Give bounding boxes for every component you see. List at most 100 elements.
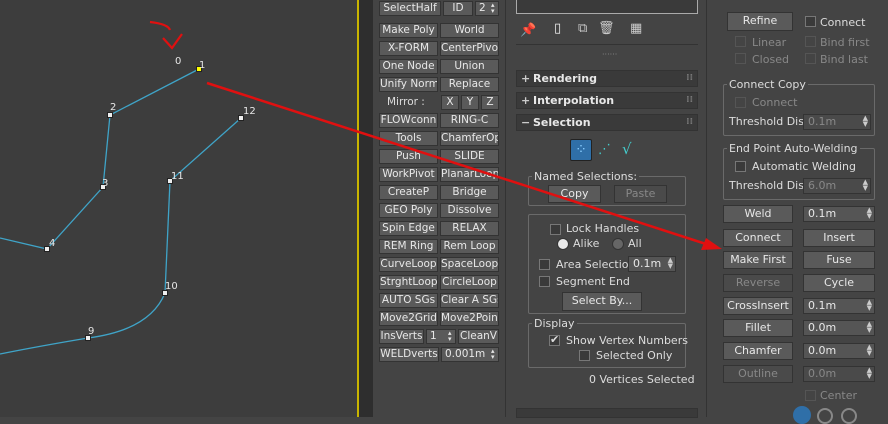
chamfer-button[interactable]: Chamfer (723, 342, 793, 360)
one-node-button[interactable]: One Node (379, 59, 438, 74)
automatic-welding-checkbox[interactable] (735, 161, 746, 172)
copy-button[interactable]: Copy (548, 185, 601, 203)
dissolve-button[interactable]: Dissolve (440, 203, 499, 218)
paste-button[interactable]: Paste (614, 185, 667, 203)
mirror-x-button[interactable]: X (441, 95, 459, 110)
id-button[interactable]: ID (443, 1, 473, 16)
selecthalf-button[interactable]: SelectHalf (379, 1, 441, 16)
make-poly-button[interactable]: Make Poly (379, 23, 438, 38)
world-button[interactable]: World (440, 23, 499, 38)
unify-norm-button[interactable]: Unify Norm (379, 77, 438, 92)
push-button[interactable]: Push (379, 149, 438, 164)
reverse-button[interactable]: Reverse (723, 274, 793, 292)
boolean-subtract-icon[interactable] (817, 408, 833, 424)
closed-checkbox[interactable] (735, 53, 746, 64)
insverts-spinner[interactable]: 1 (425, 329, 456, 344)
clear-a-sgs-button[interactable]: Clear A SGs (440, 293, 499, 308)
weldverts-button[interactable]: WELDverts (379, 347, 439, 362)
crossinsert-spinner[interactable]: 0.1m ▲ ▼ (803, 298, 875, 314)
remove-modifier-icon[interactable]: 🗑 (598, 21, 615, 36)
vertex-level-icon[interactable]: ⁘ (570, 139, 592, 161)
boolean-intersect-icon[interactable] (841, 408, 857, 424)
bind-last-checkbox[interactable] (805, 53, 816, 64)
refine-button[interactable]: Refine (727, 12, 793, 31)
id-spinner[interactable]: 2 (475, 1, 499, 16)
threshold-dist-spinner-2[interactable]: 6.0m ▲ ▼ (803, 178, 871, 194)
curveloop-button[interactable]: CurveLoop (379, 257, 438, 272)
rollout-interpolation[interactable]: + Interpolation ⁞⁞ (516, 92, 698, 109)
all-radio[interactable] (612, 238, 624, 250)
workpivot-button[interactable]: WorkPivot (379, 167, 438, 182)
rem-loop-button[interactable]: Rem Loop (440, 239, 499, 254)
select-by-button[interactable]: Select By... (562, 292, 642, 311)
boolean-union-icon[interactable] (793, 406, 811, 424)
mirror-y-button[interactable]: Y (461, 95, 479, 110)
selected-only-checkbox[interactable] (579, 350, 590, 361)
alike-radio[interactable] (557, 238, 569, 250)
slide-button[interactable]: SLIDE (440, 149, 499, 164)
createp-button[interactable]: CreateP (379, 185, 438, 200)
bridge-button[interactable]: Bridge (440, 185, 499, 200)
connect-button[interactable]: Connect (723, 229, 793, 247)
strghtloop-button[interactable]: StrghtLoop (379, 275, 438, 290)
selected-only-label: Selected Only (596, 349, 673, 362)
circleloop-button[interactable]: CircleLoop (440, 275, 499, 290)
rem-ring-button[interactable]: REM Ring (379, 239, 438, 254)
outline-button[interactable]: Outline (723, 365, 793, 383)
ring-c-button[interactable]: RING-C (440, 113, 499, 128)
configure-sets-icon[interactable]: ▦ (630, 21, 642, 36)
rollout-rendering[interactable]: + Rendering ⁞⁞ (516, 70, 698, 87)
crossinsert-button[interactable]: CrossInsert (723, 297, 793, 315)
lock-handles-checkbox[interactable] (550, 224, 561, 235)
name-field[interactable] (516, 0, 698, 14)
union-button[interactable]: Union (440, 59, 499, 74)
chamferop-button[interactable]: ChamferOp (440, 131, 499, 146)
connect-copy-checkbox[interactable] (735, 97, 746, 108)
make-unique-icon[interactable]: ⧉ (578, 21, 587, 36)
flowconn-button[interactable]: FLOWconn (379, 113, 438, 128)
connect-checkbox[interactable] (805, 16, 816, 27)
relax-button[interactable]: RELAX (440, 221, 499, 236)
planarloop-button[interactable]: PlanarLoop (440, 167, 499, 182)
cleanv-button[interactable]: CleanV (457, 329, 499, 344)
geo-poly-button[interactable]: GEO Poly (379, 203, 438, 218)
threshold-dist-spinner[interactable]: 0.1m ▲ ▼ (803, 114, 871, 130)
outline-spinner[interactable]: 0.0m ▲ ▼ (803, 366, 875, 382)
centerpivot-button[interactable]: CenterPivot (440, 41, 499, 56)
bind-first-checkbox[interactable] (805, 36, 816, 47)
segment-end-checkbox[interactable] (539, 276, 550, 287)
replace-button[interactable]: Replace (440, 77, 499, 92)
linear-checkbox[interactable] (735, 36, 746, 47)
area-selection-spinner[interactable]: 0.1m ▲ ▼ (628, 256, 676, 272)
fuse-button[interactable]: Fuse (803, 251, 875, 269)
make-first-button[interactable]: Make First (723, 251, 793, 269)
move2grid-button[interactable]: Move2Grid (379, 311, 438, 326)
weldverts-spinner[interactable]: 0.001m (441, 347, 499, 362)
geometry-panel: Refine Connect Linear Bind first Closed … (706, 0, 888, 424)
fillet-button[interactable]: Fillet (723, 319, 793, 337)
weld-spinner[interactable]: 0.1m ▲ ▼ (803, 206, 875, 222)
mirror-z-button[interactable]: Z (481, 95, 499, 110)
tools-button[interactable]: Tools (379, 131, 438, 146)
show-vertex-numbers-checkbox[interactable] (549, 333, 560, 346)
viewport[interactable]: 0 1 2 12 3 11 4 10 9 (0, 0, 357, 417)
insverts-button[interactable]: InsVerts (379, 329, 424, 344)
spaceloop-button[interactable]: SpaceLoop (440, 257, 499, 272)
segment-level-icon[interactable]: ⋰ (598, 142, 611, 157)
auto-sgs-button[interactable]: AUTO SGs (379, 293, 438, 308)
move2point-button[interactable]: Move2Point (440, 311, 499, 326)
show-end-result-icon[interactable]: ▯ (554, 21, 561, 36)
spline-level-icon[interactable]: √ (622, 140, 632, 158)
xform-button[interactable]: X-FORM (379, 41, 438, 56)
rollout-selection[interactable]: − Selection ⁞⁞ (516, 114, 698, 131)
pin-stack-icon[interactable]: 📌 (520, 23, 536, 38)
cycle-button[interactable]: Cycle (803, 274, 875, 292)
fillet-spinner[interactable]: 0.0m ▲ ▼ (803, 320, 875, 336)
area-selection-checkbox[interactable] (539, 259, 550, 270)
insert-button[interactable]: Insert (803, 229, 875, 247)
center-checkbox[interactable] (805, 390, 816, 401)
spin-edge-button[interactable]: Spin Edge (379, 221, 438, 236)
chamfer-spinner[interactable]: 0.0m ▲ ▼ (803, 343, 875, 359)
weld-button[interactable]: Weld (723, 205, 793, 223)
drag-handle[interactable]: ······ (602, 50, 617, 59)
